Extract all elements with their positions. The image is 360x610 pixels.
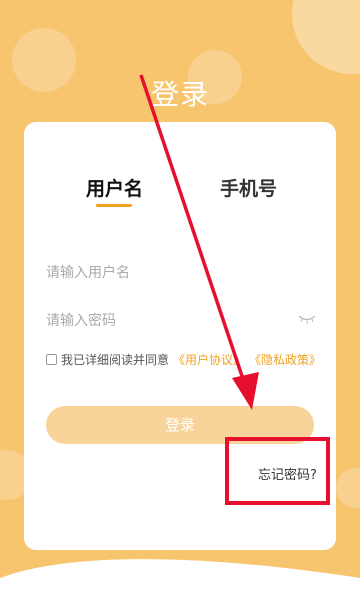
login-page: 登录 用户名 手机号 请输入用户名 请输入密码 我已详细阅读并同意 《用户协议》… bbox=[0, 0, 360, 610]
annotation-arrow bbox=[139, 74, 259, 410]
